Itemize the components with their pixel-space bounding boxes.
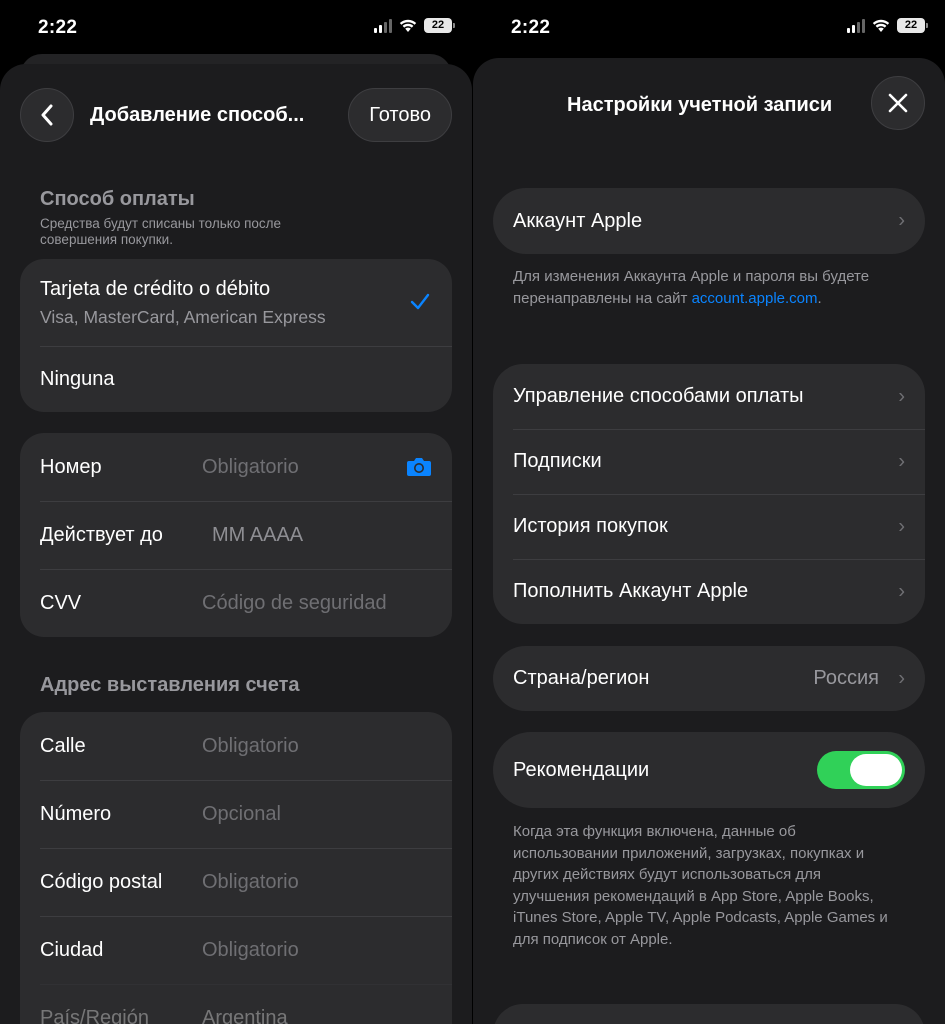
payment-section-subtitle: Средства будут списаны только после сове… bbox=[40, 216, 282, 247]
country-label: Страна/регион bbox=[513, 667, 650, 689]
postal-code-input[interactable]: Obligatorio bbox=[202, 871, 299, 894]
chevron-right-icon: › bbox=[898, 385, 905, 407]
add-payment-sheet: Добавление способ... Готово Способ оплат… bbox=[0, 64, 472, 1024]
battery-icon: 22 bbox=[424, 18, 455, 33]
page-title: Добавление способ... bbox=[90, 104, 305, 126]
cvv-input[interactable]: Código de seguridad bbox=[202, 592, 387, 615]
field-label: Número bbox=[40, 802, 112, 825]
account-menu-group: Управление способами оплаты › Подписки ›… bbox=[493, 364, 925, 624]
card-number-row[interactable]: Номер Obligatorio bbox=[20, 433, 452, 501]
recommendations-note: Когда эта функция включена, данные об ис… bbox=[513, 823, 888, 948]
cellular-signal-icon bbox=[374, 18, 392, 33]
chevron-right-icon: › bbox=[898, 580, 905, 602]
card-number-input[interactable]: Obligatorio bbox=[202, 456, 299, 479]
country-region-row[interactable]: Страна/регион Россия › bbox=[493, 646, 925, 711]
page-title: Настройки учетной записи bbox=[567, 94, 833, 116]
recommendations-label: Рекомендации bbox=[513, 758, 650, 781]
postal-code-row[interactable]: Código postal Obligatorio bbox=[20, 848, 452, 916]
expiry-input[interactable]: MM AAAA bbox=[212, 524, 303, 547]
recommendations-toggle[interactable] bbox=[817, 751, 905, 789]
field-label: Código postal bbox=[40, 870, 163, 893]
billing-fields-group: Calle Obligatorio Número Opcional Código… bbox=[20, 712, 452, 1024]
field-label: País/Región bbox=[40, 1006, 149, 1024]
payment-section-title: Способ оплаты bbox=[40, 188, 195, 210]
menu-item-purchase-history[interactable]: История покупок › bbox=[493, 494, 925, 559]
payment-option-label: Tarjeta de crédito o débito bbox=[40, 277, 271, 300]
card-fields-group: Номер Obligatorio Действует до MM AAAA C… bbox=[20, 433, 452, 637]
recommendations-row: Рекомендации bbox=[493, 732, 925, 808]
chevron-right-icon: › bbox=[898, 515, 905, 537]
street-row[interactable]: Calle Obligatorio bbox=[20, 712, 452, 780]
left-screen: 2:22 22 Добавление способ... Готово Спос… bbox=[0, 0, 472, 1024]
city-row[interactable]: Ciudad Obligatorio bbox=[20, 916, 452, 984]
wifi-icon bbox=[872, 19, 890, 32]
field-label: Calle bbox=[40, 734, 86, 757]
status-bar: 2:22 22 bbox=[473, 0, 945, 56]
expiry-row[interactable]: Действует до MM AAAA bbox=[20, 501, 452, 569]
menu-item-label: История покупок bbox=[513, 515, 668, 537]
apple-account-label: Аккаунт Apple bbox=[513, 209, 643, 232]
payment-option-detail: Visa, MasterCard, American Express bbox=[40, 306, 326, 327]
country-region-value: Argentina bbox=[202, 1006, 288, 1024]
close-button[interactable] bbox=[871, 76, 925, 130]
country-region-row[interactable]: País/Región Argentina bbox=[20, 984, 452, 1024]
wifi-icon bbox=[399, 19, 417, 32]
payment-options-group: Tarjeta de crédito o débito Visa, Master… bbox=[20, 259, 452, 412]
menu-item-label: Пополнить Аккаунт Apple bbox=[513, 580, 749, 602]
menu-item-label: Подписки bbox=[513, 450, 602, 472]
payment-option-none[interactable]: Ninguna bbox=[20, 346, 452, 412]
payment-option-label: Ninguna bbox=[40, 367, 115, 390]
chevron-left-icon bbox=[41, 104, 53, 126]
close-icon bbox=[888, 93, 908, 113]
house-number-row[interactable]: Número Opcional bbox=[20, 780, 452, 848]
menu-item-subscriptions[interactable]: Подписки › bbox=[493, 429, 925, 494]
billing-section-title: Адрес выставления счета bbox=[40, 674, 300, 696]
city-input[interactable]: Obligatorio bbox=[202, 939, 299, 962]
chevron-right-icon: › bbox=[898, 209, 905, 232]
status-bar: 2:22 22 bbox=[0, 0, 472, 56]
payment-option-card[interactable]: Tarjeta de crédito o débito Visa, Master… bbox=[20, 259, 452, 346]
status-time: 2:22 bbox=[38, 17, 78, 38]
apple-account-row[interactable]: Аккаунт Apple › bbox=[493, 188, 925, 254]
cellular-signal-icon bbox=[847, 18, 865, 33]
country-group: Страна/регион Россия › bbox=[493, 646, 925, 711]
toggle-knob bbox=[850, 754, 902, 786]
apple-account-note-end: . bbox=[817, 289, 822, 307]
field-label: Ciudad bbox=[40, 938, 104, 961]
chevron-right-icon: › bbox=[898, 450, 905, 472]
account-settings-sheet: Настройки учетной записи Аккаунт Apple ›… bbox=[473, 58, 945, 1024]
menu-item-label: Управление способами оплаты bbox=[513, 385, 804, 407]
camera-icon[interactable] bbox=[406, 457, 432, 477]
apple-account-note: Для изменения Аккаунта Apple и пароля вы… bbox=[513, 266, 895, 309]
checkmark-icon bbox=[410, 293, 430, 310]
field-label: CVV bbox=[40, 591, 82, 614]
field-label: Номер bbox=[40, 455, 102, 478]
next-group bbox=[493, 1004, 925, 1024]
status-time: 2:22 bbox=[511, 17, 551, 38]
menu-item-add-funds[interactable]: Пополнить Аккаунт Apple › bbox=[493, 559, 925, 624]
battery-icon: 22 bbox=[897, 18, 928, 33]
field-label: Действует до bbox=[40, 523, 163, 546]
account-apple-link[interactable]: account.apple.com bbox=[692, 290, 818, 307]
cvv-row[interactable]: CVV Código de seguridad bbox=[20, 569, 452, 637]
right-screen: 2:22 22 Настройки учетной записи Аккаунт… bbox=[473, 0, 945, 1024]
done-button[interactable]: Готово bbox=[348, 88, 452, 142]
street-input[interactable]: Obligatorio bbox=[202, 735, 299, 758]
apple-account-group: Аккаунт Apple › bbox=[493, 188, 925, 254]
house-number-input[interactable]: Opcional bbox=[202, 803, 281, 826]
back-button[interactable] bbox=[20, 88, 74, 142]
country-value: Россия bbox=[813, 667, 879, 689]
chevron-right-icon: › bbox=[898, 667, 905, 689]
recommendations-group: Рекомендации bbox=[493, 732, 925, 808]
menu-item-payment-methods[interactable]: Управление способами оплаты › bbox=[493, 364, 925, 429]
